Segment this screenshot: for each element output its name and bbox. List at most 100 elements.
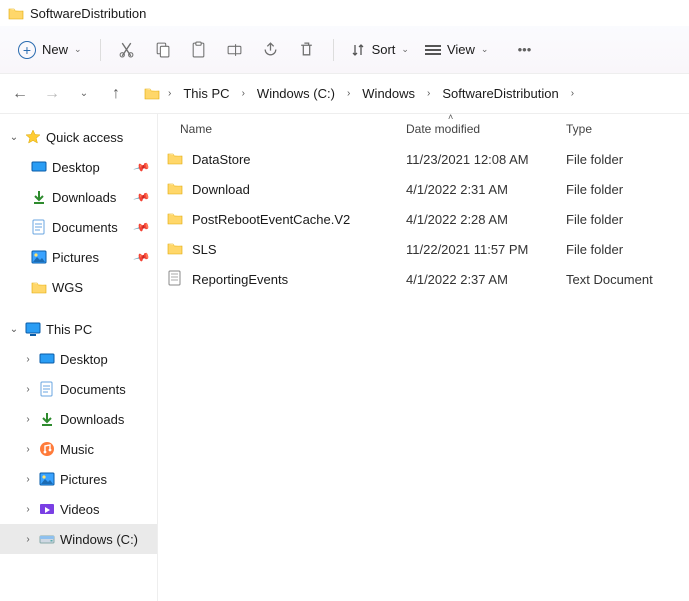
cut-button[interactable] <box>111 34 143 66</box>
up-button[interactable]: ↑ <box>102 80 130 108</box>
sidebar-item-label: This PC <box>46 322 92 337</box>
more-button[interactable]: ••• <box>508 34 540 66</box>
new-button[interactable]: + New ⌄ <box>10 37 90 63</box>
sort-button[interactable]: Sort ⌄ <box>344 38 415 62</box>
file-row[interactable]: ReportingEvents4/1/2022 2:37 AMText Docu… <box>158 264 689 294</box>
sidebar-item-quick-access[interactable]: ⌄ Quick access <box>0 122 157 152</box>
chevron-down-icon[interactable]: ⌄ <box>8 324 20 335</box>
sidebar-item-pictures[interactable]: › Pictures <box>0 464 157 494</box>
chevron-right-icon[interactable]: › <box>22 384 34 395</box>
file-type: File folder <box>566 212 676 227</box>
chevron-right-icon[interactable]: › <box>22 504 34 515</box>
item-icon <box>38 501 56 517</box>
address-bar[interactable]: › This PC › Windows (C:) › Windows › Sof… <box>144 83 578 104</box>
item-icon <box>38 441 56 457</box>
chevron-down-icon[interactable]: ⌄ <box>8 132 20 143</box>
column-header-type[interactable]: Type <box>566 122 676 136</box>
file-date: 11/23/2021 12:08 AM <box>406 152 566 167</box>
chevron-down-icon: ⌄ <box>74 44 82 55</box>
file-row[interactable]: PostRebootEventCache.V24/1/2022 2:28 AMF… <box>158 204 689 234</box>
view-label: View <box>447 42 475 57</box>
copy-button[interactable] <box>147 34 179 66</box>
item-icon <box>30 159 48 175</box>
sidebar-item-label: Documents <box>60 382 126 397</box>
rename-button[interactable] <box>219 34 251 66</box>
sidebar-item-videos[interactable]: ›Videos <box>0 494 157 524</box>
file-name: Download <box>186 182 406 197</box>
breadcrumb-seg[interactable]: SoftwareDistribution <box>436 83 564 104</box>
sidebar-item-documents[interactable]: › Documents <box>0 374 157 404</box>
new-label: New <box>42 42 68 57</box>
sidebar-item-label: Pictures <box>52 250 99 265</box>
breadcrumb-seg[interactable]: This PC <box>177 83 235 104</box>
chevron-right-icon[interactable]: › <box>423 86 434 101</box>
sidebar-item-label: Quick access <box>46 130 123 145</box>
chevron-right-icon[interactable]: › <box>22 354 34 365</box>
item-icon <box>38 471 56 487</box>
sidebar-item-desktop[interactable]: ›Desktop <box>0 344 157 374</box>
chevron-right-icon[interactable]: › <box>238 86 249 101</box>
file-date: 4/1/2022 2:28 AM <box>406 212 566 227</box>
chevron-right-icon[interactable]: › <box>22 414 34 425</box>
sidebar-item-label: Downloads <box>60 412 124 427</box>
view-button[interactable]: View ⌄ <box>419 38 495 61</box>
item-icon <box>30 219 48 235</box>
item-icon <box>30 189 48 205</box>
sidebar-item-downloads[interactable]: Downloads 📌 <box>0 182 157 212</box>
chevron-right-icon[interactable]: › <box>22 444 34 455</box>
sidebar-item-label: Downloads <box>52 190 116 205</box>
item-icon <box>30 279 48 295</box>
pin-icon: 📌 <box>133 188 151 206</box>
recent-button[interactable]: ⌄ <box>70 80 98 108</box>
chevron-right-icon[interactable]: › <box>343 86 354 101</box>
text-icon <box>166 270 186 288</box>
file-row[interactable]: SLS11/22/2021 11:57 PMFile folder <box>158 234 689 264</box>
star-icon <box>24 129 42 145</box>
file-type: File folder <box>566 182 676 197</box>
file-name: PostRebootEventCache.V2 <box>186 212 406 227</box>
chevron-right-icon[interactable]: › <box>164 86 175 101</box>
file-name: SLS <box>186 242 406 257</box>
window-title: SoftwareDistribution <box>30 6 146 21</box>
folder-icon <box>166 240 186 258</box>
chevron-right-icon[interactable]: › <box>22 474 34 485</box>
file-type: File folder <box>566 152 676 167</box>
item-icon <box>30 249 48 265</box>
forward-button[interactable]: → <box>38 80 66 108</box>
sidebar-item-downloads[interactable]: › Downloads <box>0 404 157 434</box>
pin-icon: 📌 <box>133 218 151 236</box>
folder-icon <box>166 210 186 228</box>
navigation-sidebar: ⌄ Quick access Desktop📌Downloads📌Documen… <box>0 114 158 601</box>
column-header-date[interactable]: Date modified <box>406 122 566 136</box>
sidebar-item-music[interactable]: ›Music <box>0 434 157 464</box>
sidebar-item-wgs[interactable]: WGS <box>0 272 157 302</box>
breadcrumb-seg[interactable]: Windows <box>356 83 421 104</box>
sidebar-item-desktop[interactable]: Desktop📌 <box>0 152 157 182</box>
sidebar-item-this-pc[interactable]: ⌄ This PC <box>0 314 157 344</box>
list-icon <box>425 43 441 57</box>
paste-button[interactable] <box>183 34 215 66</box>
chevron-right-icon[interactable]: › <box>567 86 578 101</box>
breadcrumb-seg[interactable]: Windows (C:) <box>251 83 341 104</box>
folder-icon <box>166 150 186 168</box>
sidebar-item-documents[interactable]: Documents 📌 <box>0 212 157 242</box>
back-button[interactable]: ← <box>6 80 34 108</box>
column-header-name[interactable]: Name <box>158 122 406 136</box>
delete-button[interactable] <box>291 34 323 66</box>
chevron-right-icon[interactable]: › <box>22 534 34 545</box>
file-date: 11/22/2021 11:57 PM <box>406 242 566 257</box>
file-row[interactable]: Download4/1/2022 2:31 AMFile folder <box>158 174 689 204</box>
sidebar-item-label: WGS <box>52 280 83 295</box>
folder-icon <box>8 5 24 21</box>
file-date: 4/1/2022 2:31 AM <box>406 182 566 197</box>
toolbar: + New ⌄ Sort ⌄ View ⌄ ••• <box>0 26 689 74</box>
pin-icon: 📌 <box>133 158 151 176</box>
file-row[interactable]: DataStore11/23/2021 12:08 AMFile folder <box>158 144 689 174</box>
sidebar-item-windows-c-[interactable]: ›Windows (C:) <box>0 524 157 554</box>
sidebar-item-pictures[interactable]: Pictures📌 <box>0 242 157 272</box>
sidebar-item-label: Pictures <box>60 472 107 487</box>
file-type: Text Document <box>566 272 676 287</box>
sidebar-item-label: Documents <box>52 220 118 235</box>
share-button[interactable] <box>255 34 287 66</box>
file-date: 4/1/2022 2:37 AM <box>406 272 566 287</box>
